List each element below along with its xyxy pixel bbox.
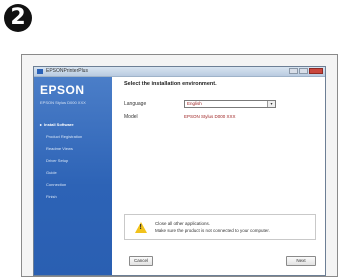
sidebar-item-product-registration: Product Registration xyxy=(46,134,83,139)
sidebar-item-readme: Readme Views xyxy=(46,146,73,151)
next-button[interactable]: Next xyxy=(286,256,316,266)
chevron-down-icon[interactable]: ▾ xyxy=(267,101,275,107)
brand-logo: EPSON xyxy=(40,83,85,97)
title-bar[interactable]: EPSONPrinterPlus xyxy=(34,67,325,77)
page-title: Select the installation environment. xyxy=(124,81,217,87)
warning-line-2: Make sure the product is not connected t… xyxy=(155,228,270,233)
model-value: EPSON Stylus D000 XXX xyxy=(184,114,236,119)
product-name: EPSON Stylus D000 XXX xyxy=(40,100,86,105)
cancel-button[interactable]: Cancel xyxy=(129,256,153,266)
installer-window: EPSONPrinterPlus EPSON EPSON Stylus D000… xyxy=(33,66,326,276)
language-value: English xyxy=(187,101,202,106)
sidebar: EPSON EPSON Stylus D000 XXX Install Soft… xyxy=(34,77,112,275)
window-title: EPSONPrinterPlus xyxy=(46,68,88,74)
sidebar-item-driver-setup: Driver Setup xyxy=(46,158,69,163)
sidebar-item-guide: Guide xyxy=(46,170,57,175)
sidebar-item-install-software: Install Software xyxy=(34,119,112,131)
close-button[interactable] xyxy=(309,68,323,74)
warning-box: Close all other applications. Make sure … xyxy=(124,214,316,240)
app-icon xyxy=(37,69,43,74)
sidebar-item-finish: Finish xyxy=(46,194,57,199)
warning-line-1: Close all other applications. xyxy=(155,221,211,226)
sidebar-nav: Install Software Product Registration Re… xyxy=(34,119,112,203)
step-number-badge: 2 xyxy=(4,4,32,32)
minimize-button[interactable] xyxy=(289,68,298,74)
window-controls xyxy=(289,68,323,74)
model-label: Model xyxy=(124,114,138,120)
language-select[interactable]: English ▾ xyxy=(184,100,276,108)
language-label: Language xyxy=(124,101,147,107)
maximize-button[interactable] xyxy=(299,68,308,74)
warning-triangle-icon xyxy=(135,222,147,233)
sidebar-item-connection: Connection xyxy=(46,182,67,187)
